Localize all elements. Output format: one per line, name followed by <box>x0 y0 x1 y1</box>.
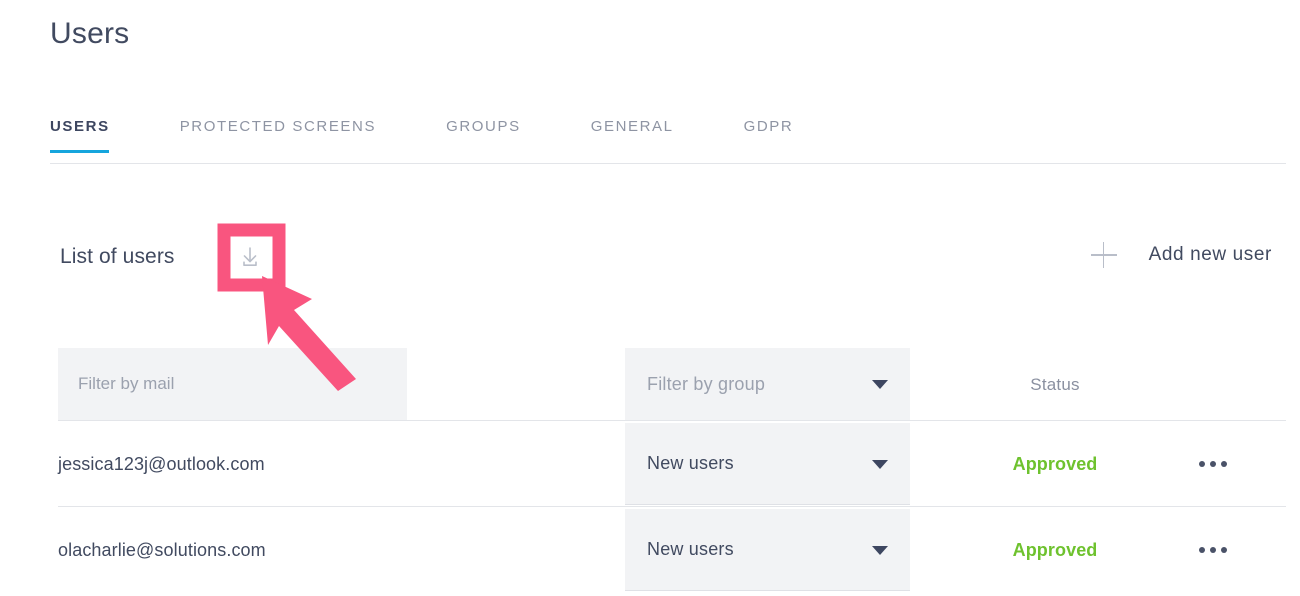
page-title: Users <box>50 14 129 54</box>
status-badge: Approved <box>1013 540 1098 560</box>
user-email: olacharlie@solutions.com <box>58 540 266 560</box>
more-dot <box>1199 461 1205 467</box>
more-dot <box>1210 547 1216 553</box>
add-new-user-label: Add new user <box>1149 244 1272 266</box>
download-icon-button[interactable] <box>228 235 272 279</box>
more-dot <box>1221 461 1227 467</box>
filter-by-mail-input[interactable]: Filter by mail <box>58 348 407 421</box>
user-group-select[interactable]: New users <box>625 509 910 591</box>
tab-protected-screens[interactable]: PROTECTED SCREENS <box>180 112 376 153</box>
tab-groups[interactable]: GROUPS <box>446 112 521 153</box>
tab-gdpr[interactable]: GDPR <box>744 112 794 153</box>
chevron-down-icon <box>872 460 888 469</box>
user-group-value: New users <box>647 539 734 560</box>
more-dot <box>1199 547 1205 553</box>
user-email-cell: olacharlie@solutions.com <box>58 540 266 561</box>
more-horizontal-icon-button[interactable] <box>1195 541 1231 559</box>
more-dot <box>1210 461 1216 467</box>
user-group-cell: New users <box>625 423 910 505</box>
filter-by-group-placeholder: Filter by group <box>647 374 765 395</box>
table-filter-row: Filter by mail Filter by group Status <box>0 348 1300 421</box>
tab-bar-divider <box>50 163 1286 164</box>
more-dot <box>1221 547 1227 553</box>
user-email-cell: jessica123j@outlook.com <box>58 454 265 475</box>
chevron-down-icon <box>872 380 888 389</box>
user-status-cell: Approved <box>960 540 1150 561</box>
list-of-users-title: List of users <box>60 242 175 272</box>
filter-mail-cell: Filter by mail <box>58 348 407 421</box>
user-group-cell: New users <box>625 509 910 591</box>
add-new-user-button[interactable]: Add new user <box>1091 242 1272 268</box>
tab-general[interactable]: GENERAL <box>591 112 674 153</box>
tab-list: USERS PROTECTED SCREENS GROUPS GENERAL G… <box>50 112 793 153</box>
plus-icon <box>1091 242 1117 268</box>
users-table: Filter by mail Filter by group Status je… <box>0 348 1300 593</box>
chevron-down-icon <box>872 546 888 555</box>
tab-bar: USERS PROTECTED SCREENS GROUPS GENERAL G… <box>0 112 1300 164</box>
download-icon <box>237 244 263 270</box>
status-column-header: Status <box>960 375 1150 395</box>
filter-by-mail-placeholder: Filter by mail <box>78 374 174 394</box>
user-group-value: New users <box>647 453 734 474</box>
filter-group-cell: Filter by group <box>625 348 910 421</box>
row-actions-cell <box>1195 455 1231 473</box>
user-status-cell: Approved <box>960 454 1150 475</box>
filter-by-group-select[interactable]: Filter by group <box>625 348 910 421</box>
more-horizontal-icon-button[interactable] <box>1195 455 1231 473</box>
row-actions-cell <box>1195 541 1231 559</box>
users-settings-page: Users USERS PROTECTED SCREENS GROUPS GEN… <box>0 0 1300 596</box>
user-group-select[interactable]: New users <box>625 423 910 505</box>
status-badge: Approved <box>1013 454 1098 474</box>
tab-users[interactable]: USERS <box>50 112 110 153</box>
table-row: olacharlie@solutions.com New users Appro… <box>0 507 1300 593</box>
table-row: jessica123j@outlook.com New users Approv… <box>0 421 1300 507</box>
user-email: jessica123j@outlook.com <box>58 454 265 474</box>
